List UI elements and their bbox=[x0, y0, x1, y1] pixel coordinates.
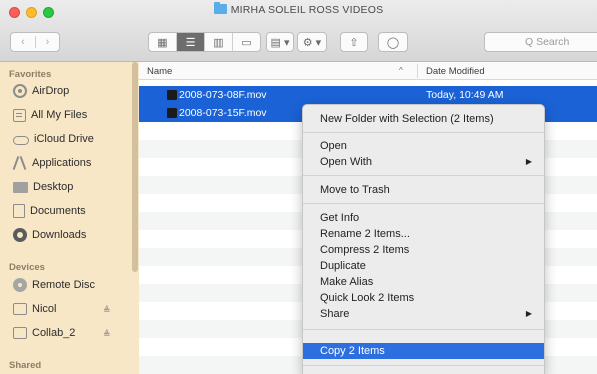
search-field[interactable]: Q Search bbox=[484, 32, 597, 52]
sidebar-item-label: iCloud Drive bbox=[34, 133, 94, 145]
sidebar-item-label: AirDrop bbox=[32, 85, 70, 97]
window-titlebar: MIRHA SOLEIL ROSS VIDEOS ‹ › ▦ ☰ ▥ ▭ ▤ ▾… bbox=[0, 0, 597, 62]
menu-item-share[interactable]: Share ▶ bbox=[303, 306, 544, 322]
menu-separator bbox=[303, 175, 544, 176]
action-gear-button[interactable]: ⚙ ▾ bbox=[297, 32, 327, 52]
sidebar-item-label: Downloads bbox=[32, 229, 87, 241]
sidebar-item-collab-2[interactable]: Collab_2 bbox=[13, 323, 75, 343]
eject-icon[interactable]: ≜ bbox=[103, 305, 111, 316]
menu-item-open[interactable]: Open bbox=[303, 138, 544, 154]
forward-button[interactable]: › bbox=[34, 36, 59, 48]
folder-icon bbox=[213, 2, 227, 14]
menu-item-rename[interactable]: Rename 2 Items... bbox=[303, 226, 544, 242]
window-title: MIRHA SOLEIL ROSS VIDEOS bbox=[0, 2, 597, 16]
drive-icon bbox=[13, 303, 27, 315]
column-view-button[interactable]: ▥ bbox=[204, 33, 232, 51]
sidebar-item-label: Applications bbox=[32, 157, 92, 169]
movie-file-icon bbox=[167, 90, 177, 100]
arrange-button[interactable]: ▤ ▾ bbox=[266, 32, 294, 52]
menu-item-new-folder-with-selection[interactable]: New Folder with Selection (2 Items) bbox=[303, 111, 544, 127]
downloads-icon bbox=[13, 228, 27, 242]
sidebar-item-documents[interactable]: Documents bbox=[13, 201, 86, 221]
sidebar-item-label: Collab_2 bbox=[32, 327, 76, 339]
menu-separator bbox=[303, 203, 544, 204]
file-name: 2008-073-08F.mov bbox=[179, 89, 267, 101]
menu-separator bbox=[303, 329, 544, 330]
sidebar-item-desktop[interactable]: Desktop bbox=[13, 177, 73, 197]
applications-icon bbox=[13, 156, 27, 170]
menu-separator bbox=[303, 132, 544, 133]
submenu-arrow-icon: ▶ bbox=[525, 157, 532, 166]
documents-icon bbox=[13, 204, 25, 218]
drive-icon bbox=[13, 327, 27, 339]
column-header-date-modified[interactable]: Date Modified bbox=[426, 66, 485, 77]
sidebar-item-icloud-drive[interactable]: iCloud Drive bbox=[13, 129, 94, 149]
all-files-icon bbox=[13, 108, 26, 122]
menu-item-compress[interactable]: Compress 2 Items bbox=[303, 242, 544, 258]
share-button[interactable]: ⇧ bbox=[340, 32, 368, 52]
menu-item-make-alias[interactable]: Make Alias bbox=[303, 274, 544, 290]
table-row[interactable]: 2008-073-08F.mov Today, 10:49 AM bbox=[139, 86, 597, 104]
menu-item-open-with[interactable]: Open With ▶ bbox=[303, 154, 544, 170]
airdrop-icon bbox=[13, 84, 27, 98]
column-divider[interactable] bbox=[417, 64, 418, 78]
sidebar-item-label: Remote Disc bbox=[32, 279, 95, 291]
menu-item-duplicate[interactable]: Duplicate bbox=[303, 258, 544, 274]
list-header: Name ^ Date Modified bbox=[139, 62, 597, 80]
sort-arrow-icon: ^ bbox=[399, 66, 403, 75]
tags-button[interactable]: ◯ bbox=[378, 32, 408, 52]
movie-file-icon bbox=[167, 108, 177, 118]
sidebar-item-downloads[interactable]: Downloads bbox=[13, 225, 86, 245]
sidebar-item-label: Desktop bbox=[33, 181, 74, 193]
menu-item-move-to-trash[interactable]: Move to Trash bbox=[303, 182, 544, 198]
view-mode-group: ▦ ☰ ▥ ▭ bbox=[148, 32, 261, 52]
remote-disc-icon bbox=[13, 278, 27, 292]
sidebar-item-remote-disc[interactable]: Remote Disc bbox=[13, 275, 95, 295]
desktop-icon bbox=[13, 181, 28, 193]
sidebar-header-devices: Devices bbox=[9, 262, 45, 273]
sidebar-header-shared: Shared bbox=[9, 360, 42, 371]
sidebar-item-applications[interactable]: Applications bbox=[13, 153, 91, 173]
sidebar-item-airdrop[interactable]: AirDrop bbox=[13, 81, 69, 101]
menu-item-label: Share bbox=[320, 308, 350, 320]
sidebar-item-all-my-files[interactable]: All My Files bbox=[13, 105, 87, 125]
menu-item-get-info[interactable]: Get Info bbox=[303, 210, 544, 226]
file-date: Today, 10:49 AM bbox=[426, 89, 504, 101]
cover-flow-button[interactable]: ▭ bbox=[232, 33, 260, 51]
sidebar-item-label: Documents bbox=[30, 205, 86, 217]
sidebar-item-label: All My Files bbox=[31, 109, 88, 121]
menu-item-copy[interactable]: Copy 2 Items bbox=[303, 343, 544, 359]
sidebar-header-favorites: Favorites bbox=[9, 69, 52, 80]
submenu-arrow-icon: ▶ bbox=[525, 309, 532, 318]
menu-item-quick-look[interactable]: Quick Look 2 Items bbox=[303, 290, 544, 306]
menu-separator bbox=[303, 365, 544, 366]
icon-view-button[interactable]: ▦ bbox=[149, 33, 176, 51]
list-view-button[interactable]: ☰ bbox=[176, 33, 204, 51]
context-menu: New Folder with Selection (2 Items) Open… bbox=[302, 104, 545, 374]
back-forward-group: ‹ › bbox=[10, 32, 60, 52]
column-header-name[interactable]: Name bbox=[147, 66, 172, 77]
back-button[interactable]: ‹ bbox=[11, 36, 35, 48]
icloud-icon bbox=[13, 136, 29, 145]
window-title-text: MIRHA SOLEIL ROSS VIDEOS bbox=[230, 4, 384, 16]
sidebar-item-label: Nicol bbox=[32, 303, 57, 315]
file-name: 2008-073-15F.mov bbox=[179, 107, 267, 119]
eject-icon[interactable]: ≜ bbox=[103, 329, 111, 340]
sidebar-scrollbar[interactable] bbox=[132, 62, 138, 272]
sidebar-item-nicol[interactable]: Nicol bbox=[13, 299, 56, 319]
menu-item-label: Open With bbox=[320, 156, 372, 168]
sidebar: Favorites AirDrop All My Files iCloud Dr… bbox=[0, 62, 139, 374]
